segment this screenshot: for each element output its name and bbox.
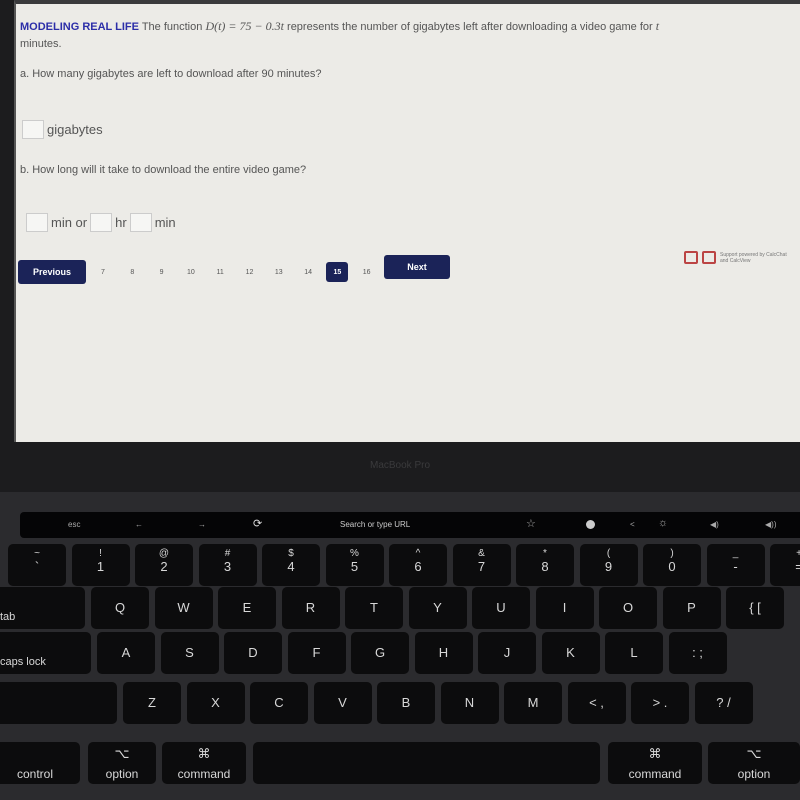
key-1[interactable]: ! 1 (71, 544, 130, 586)
key-3[interactable]: D (224, 632, 282, 674)
page-10-button[interactable]: 10 (180, 262, 202, 282)
key-11[interactable]: _ - (706, 544, 765, 586)
answer-a: gigabytes (22, 120, 103, 139)
key-6[interactable]: H (414, 632, 473, 674)
key-4[interactable]: V (313, 682, 372, 724)
siri-icon[interactable] (586, 520, 595, 529)
key-p[interactable]: P (662, 587, 721, 629)
key-0[interactable]: ~ ` (8, 544, 66, 586)
option-key[interactable]: ⌥ option (88, 742, 156, 784)
key-10[interactable]: ) 0 (643, 544, 701, 586)
key-8[interactable]: < , (567, 682, 626, 724)
key-1[interactable]: Z (123, 682, 181, 724)
command-key[interactable]: ⌘ command (162, 742, 246, 784)
key-9[interactable]: > . (631, 682, 689, 724)
search-url-field[interactable]: Search or type URL (340, 520, 410, 529)
hours-input[interactable] (90, 213, 113, 232)
key-10[interactable]: : ; (668, 632, 727, 674)
brightness-icon[interactable]: ☼ (658, 517, 668, 529)
browser-screen: MODELING REAL LIFE The function D(t) = 7… (14, 0, 800, 442)
space-bar[interactable] (253, 742, 600, 784)
calcview-icon (702, 251, 716, 264)
calcchat-icon (684, 251, 698, 264)
key-q[interactable]: Q (91, 587, 149, 629)
tab-key[interactable]: tab (0, 587, 85, 629)
key-r[interactable]: R (281, 587, 340, 629)
next-button[interactable]: Next (384, 255, 450, 279)
command-right-key[interactable]: ⌘ command (608, 742, 702, 784)
option-right-key[interactable]: ⌥ option (708, 742, 800, 784)
key-[interactable]: { [ (726, 587, 784, 629)
control-key[interactable]: control (0, 742, 80, 784)
key-9[interactable]: L (605, 632, 663, 674)
page-9-button[interactable]: 9 (151, 262, 173, 282)
key-7[interactable]: & 7 (452, 544, 511, 586)
key-i[interactable]: I (535, 587, 594, 629)
key-7[interactable]: J (478, 632, 536, 674)
key-5[interactable]: % 5 (325, 544, 384, 586)
minutes-input[interactable] (26, 213, 48, 232)
page-8-button[interactable]: 8 (121, 262, 143, 282)
volume-up-icon[interactable]: ◀)) (765, 520, 776, 529)
key-2[interactable]: X (186, 682, 245, 724)
problem-statement: MODELING REAL LIFE The function D(t) = 7… (20, 19, 660, 50)
page-16-button[interactable]: 16 (356, 262, 378, 282)
reload-icon[interactable]: ⟳ (253, 517, 262, 530)
volume-down-icon[interactable]: ◀) (710, 520, 719, 529)
support-badge[interactable]: Support powered by CalcChat and CalcView (684, 251, 790, 264)
page-13-button[interactable]: 13 (268, 262, 290, 282)
key-1[interactable]: A (97, 632, 155, 674)
page-7-button[interactable]: 7 (92, 262, 114, 282)
previous-button[interactable]: Previous (18, 260, 86, 284)
extra-minutes-input[interactable] (129, 213, 152, 232)
key-6[interactable]: N (440, 682, 499, 724)
shift-key[interactable] (0, 682, 117, 724)
laptop-brand: MacBook Pro (369, 460, 431, 471)
keyboard: esc ← → ⟳ Search or type URL ☆ < ☼ ◀) ◀)… (0, 492, 800, 800)
key-5[interactable]: B (377, 682, 435, 724)
page-11-button[interactable]: 11 (209, 262, 231, 282)
key-12[interactable]: + = (770, 544, 800, 586)
key-4[interactable]: $4 (262, 544, 320, 586)
key-7[interactable]: M (504, 682, 562, 724)
key-4[interactable]: F (287, 632, 346, 674)
key-t[interactable]: T (345, 587, 403, 629)
page-12-button[interactable]: 12 (239, 262, 261, 282)
key-o[interactable]: O (599, 587, 657, 629)
key-2[interactable]: @2 (135, 544, 193, 586)
gigabytes-input[interactable] (22, 120, 44, 139)
key-w[interactable]: W (154, 587, 213, 629)
key-8[interactable]: * 8 (516, 544, 574, 586)
page-14-button[interactable]: 14 (297, 262, 319, 282)
question-a: a. How many gigabytes are left to downlo… (20, 68, 322, 80)
key-3[interactable]: #3 (198, 544, 257, 586)
key-u[interactable]: U (472, 587, 530, 629)
answer-b: min or hr min (26, 213, 176, 232)
esc-key[interactable]: esc (68, 520, 80, 529)
question-b: b. How long will it take to download the… (20, 164, 307, 176)
key-9[interactable]: (9 (579, 544, 638, 586)
back-icon[interactable]: ← (135, 520, 143, 529)
touch-bar: esc ← → ⟳ Search or type URL ☆ < ☼ ◀) ◀)… (20, 512, 800, 538)
collapse-icon[interactable]: < (630, 520, 635, 529)
page-15-button[interactable]: 15 (326, 262, 349, 282)
key-8[interactable]: K (541, 632, 600, 674)
key-e[interactable]: E (218, 587, 276, 629)
key-6[interactable]: ^ 6 (389, 544, 447, 586)
key-5[interactable]: G (351, 632, 409, 674)
key-3[interactable]: C (250, 682, 308, 724)
forward-icon[interactable]: → (198, 520, 206, 529)
bookmark-icon[interactable]: ☆ (526, 517, 536, 530)
key-2[interactable]: S (160, 632, 219, 674)
caps-lock-key[interactable]: caps lock (0, 632, 91, 674)
key-10[interactable]: ? / (694, 682, 753, 724)
key-y[interactable]: Y (408, 587, 467, 629)
